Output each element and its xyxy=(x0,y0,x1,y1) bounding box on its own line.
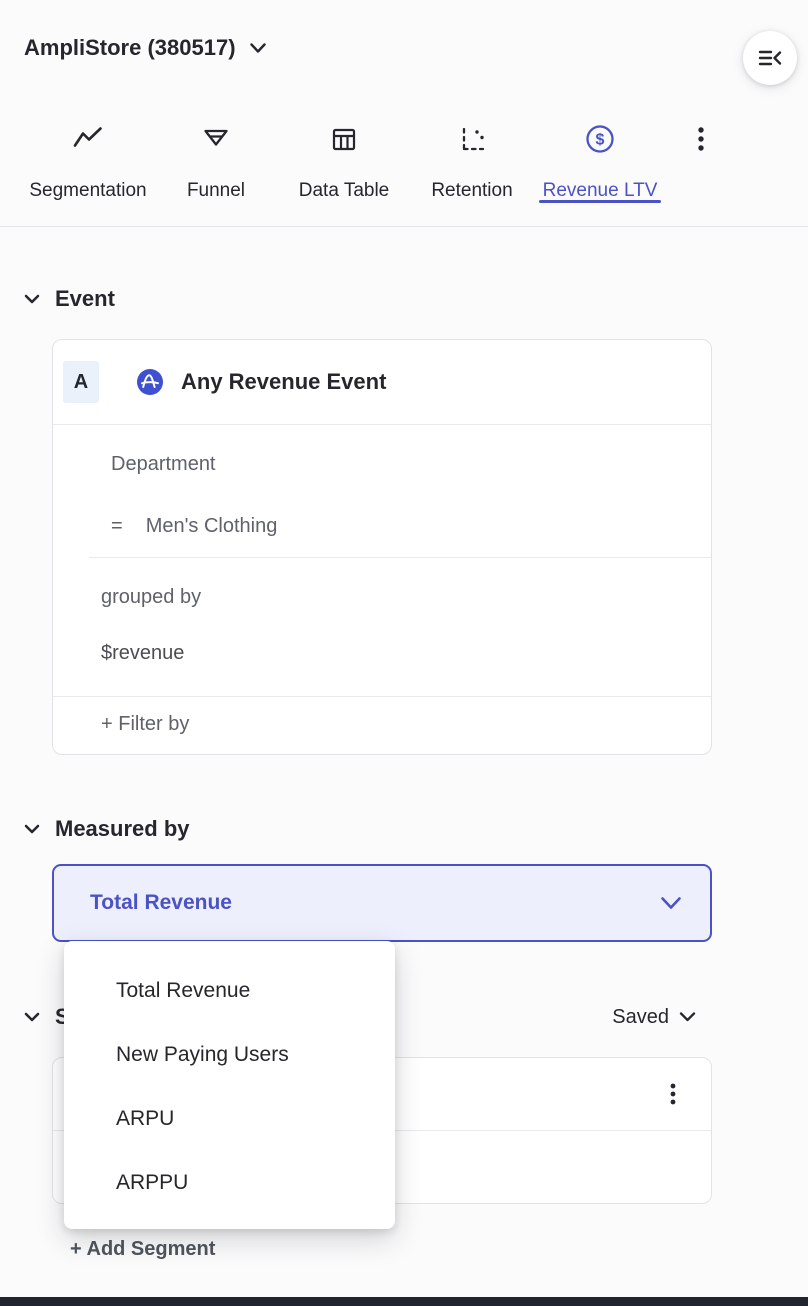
event-section-header[interactable]: Event xyxy=(24,285,712,313)
kebab-menu-icon xyxy=(686,122,716,156)
section-title: Event xyxy=(55,285,115,313)
dropdown-option-arppu[interactable]: ARPPU xyxy=(64,1151,395,1215)
chart-type-tabbar: Segmentation Funnel Data Table xyxy=(0,96,808,227)
property-name[interactable]: Department xyxy=(53,425,711,489)
chevron-down-icon xyxy=(24,294,40,305)
grouped-by-label: grouped by xyxy=(53,558,711,620)
bottom-bar xyxy=(0,1297,808,1306)
grouped-by-value[interactable]: $revenue xyxy=(53,620,711,696)
property-condition[interactable]: = Men's Clothing xyxy=(53,489,711,557)
tab-revenue-ltv[interactable]: $ Revenue LTV xyxy=(536,96,664,202)
event-card-header: A Any Revenue Event xyxy=(53,340,711,425)
saved-dropdown[interactable]: Saved xyxy=(612,1006,696,1029)
chevron-down-icon xyxy=(24,824,40,835)
tab-label: Data Table xyxy=(299,180,390,202)
dropdown-option-new-paying-users[interactable]: New Paying Users xyxy=(64,1023,395,1087)
event-section: Event A Any Revenue Event Department = M… xyxy=(24,285,712,755)
topbar: AmpliStore (380517) xyxy=(0,0,808,96)
operator[interactable]: = xyxy=(111,515,123,537)
event-name[interactable]: Any Revenue Event xyxy=(181,369,386,395)
tab-label: Revenue LTV xyxy=(543,180,658,202)
collapse-panel-icon xyxy=(755,43,785,73)
revenue-ltv-panel: AmpliStore (380517) Segmentation xyxy=(0,0,808,1306)
dropdown-option-arpu[interactable]: ARPU xyxy=(64,1087,395,1151)
segment-menu-button[interactable] xyxy=(653,1074,693,1114)
project-title: AmpliStore (380517) xyxy=(24,35,236,61)
selected-metric: Total Revenue xyxy=(90,891,660,915)
tab-label: Retention xyxy=(431,180,512,202)
svg-text:$: $ xyxy=(596,132,605,149)
tab-label: Funnel xyxy=(187,180,245,202)
measured-by-dropdown-menu: Total Revenue New Paying Users ARPU ARPP… xyxy=(64,941,395,1229)
segment-section-toggle[interactable]: S xyxy=(24,1003,70,1031)
chevron-down-icon xyxy=(24,1012,40,1023)
measured-by-section: Measured by Total Revenue xyxy=(24,815,712,942)
collapse-panel-button[interactable] xyxy=(743,31,797,85)
kebab-menu-icon xyxy=(662,1081,684,1107)
measured-by-select[interactable]: Total Revenue xyxy=(52,864,712,942)
funnel-icon xyxy=(201,122,231,156)
tab-label: Segmentation xyxy=(29,180,146,202)
tab-retention[interactable]: Retention xyxy=(408,96,536,202)
event-card: A Any Revenue Event Department = Men's C… xyxy=(52,339,712,755)
tab-segmentation[interactable]: Segmentation xyxy=(24,96,152,202)
add-segment-button[interactable]: + Add Segment xyxy=(70,1238,712,1261)
amplitude-logo-icon xyxy=(136,368,164,396)
table-grid-icon xyxy=(329,122,359,156)
chevron-down-icon xyxy=(679,1011,696,1023)
trend-line-icon xyxy=(72,122,104,156)
section-title: Measured by xyxy=(55,815,190,843)
project-picker[interactable]: AmpliStore (380517) xyxy=(24,35,267,61)
saved-label: Saved xyxy=(612,1006,669,1029)
filter-by-button[interactable]: + Filter by xyxy=(53,696,711,754)
chevron-down-icon xyxy=(249,42,267,55)
tabs-more-button[interactable] xyxy=(664,122,738,156)
dropdown-option-total-revenue[interactable]: Total Revenue xyxy=(64,959,395,1023)
property-value[interactable]: Men's Clothing xyxy=(146,515,278,537)
dollar-circle-icon: $ xyxy=(584,122,616,156)
tab-funnel[interactable]: Funnel xyxy=(152,96,280,202)
chevron-down-icon xyxy=(660,896,682,911)
event-card-body: Department = Men's Clothing grouped by $… xyxy=(53,425,711,696)
measured-by-section-header[interactable]: Measured by xyxy=(24,815,712,843)
tab-data-table[interactable]: Data Table xyxy=(280,96,408,202)
retention-axes-icon xyxy=(457,122,487,156)
event-letter-badge: A xyxy=(63,361,99,403)
